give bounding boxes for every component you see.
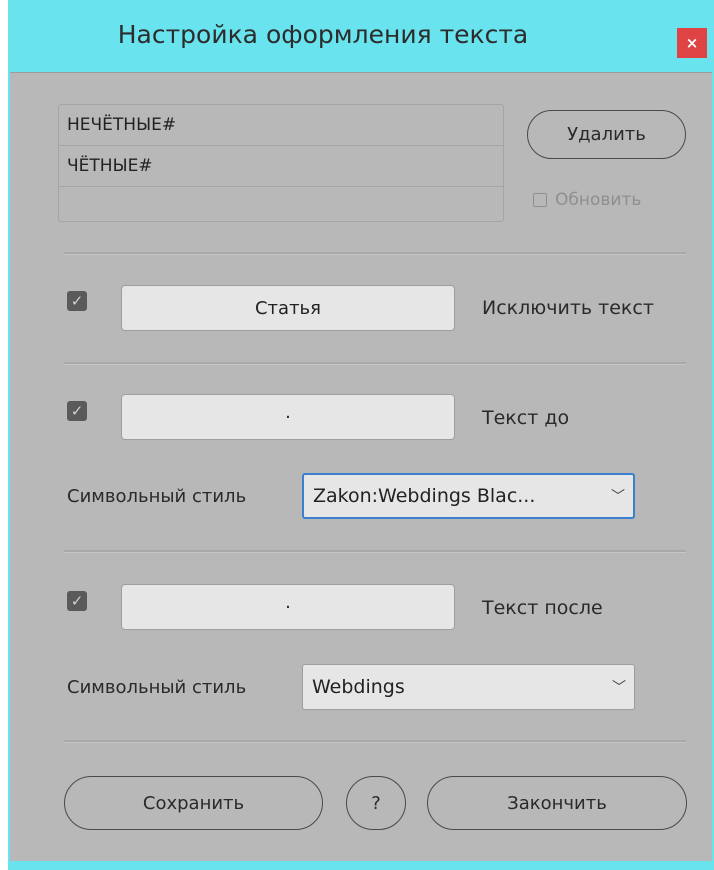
text-before-checkbox[interactable]: ✓ [67,401,87,421]
char-style-select-before[interactable]: Zakon:Webdings Blac... ﹀ [302,473,635,519]
check-icon: ✓ [70,402,84,420]
divider [64,362,686,365]
finish-button[interactable]: Закончить [427,776,687,830]
select-value: Zakon:Webdings Blac... [313,485,536,507]
close-icon: × [685,34,699,52]
char-style-label: Символьный стиль [67,677,247,698]
char-style-select-after[interactable]: Webdings ﹀ [302,664,635,710]
select-value: Webdings [312,676,405,698]
text-after-field[interactable]: · [121,584,455,630]
style-list[interactable]: НЕЧЁТНЫЕ# ЧЁТНЫЕ# [58,104,504,222]
window-title: Настройка оформления текста [117,20,529,49]
char-style-label: Символьный стиль [67,486,247,507]
list-item[interactable]: НЕЧЁТНЫЕ# [59,105,503,146]
text-after-checkbox[interactable]: ✓ [67,591,87,611]
title-bar[interactable]: Настройка оформления текста × [8,0,714,72]
check-icon: ✓ [70,292,84,310]
close-button[interactable]: × [677,28,707,58]
text-before-field[interactable]: · [121,394,455,440]
text-before-label: Текст до [482,407,570,429]
save-button[interactable]: Сохранить [64,776,323,830]
divider [64,740,686,743]
divider [64,252,686,255]
delete-button[interactable]: Удалить [527,110,686,159]
checkbox-box [533,193,547,207]
check-icon: ✓ [70,592,84,610]
text-after-label: Текст после [482,597,603,619]
list-item[interactable]: ЧЁТНЫЕ# [59,146,503,187]
exclude-text-label: Исключить текст [482,297,654,319]
refresh-checkbox[interactable]: Обновить [533,190,641,210]
chevron-down-icon: ﹀ [611,489,625,505]
chevron-down-icon: ﹀ [612,680,626,696]
refresh-label: Обновить [555,190,642,210]
list-item[interactable] [59,187,503,228]
divider [64,550,686,553]
exclude-text-field[interactable]: Статья [121,285,455,331]
help-button[interactable]: ? [346,776,406,830]
exclude-checkbox[interactable]: ✓ [67,291,87,311]
